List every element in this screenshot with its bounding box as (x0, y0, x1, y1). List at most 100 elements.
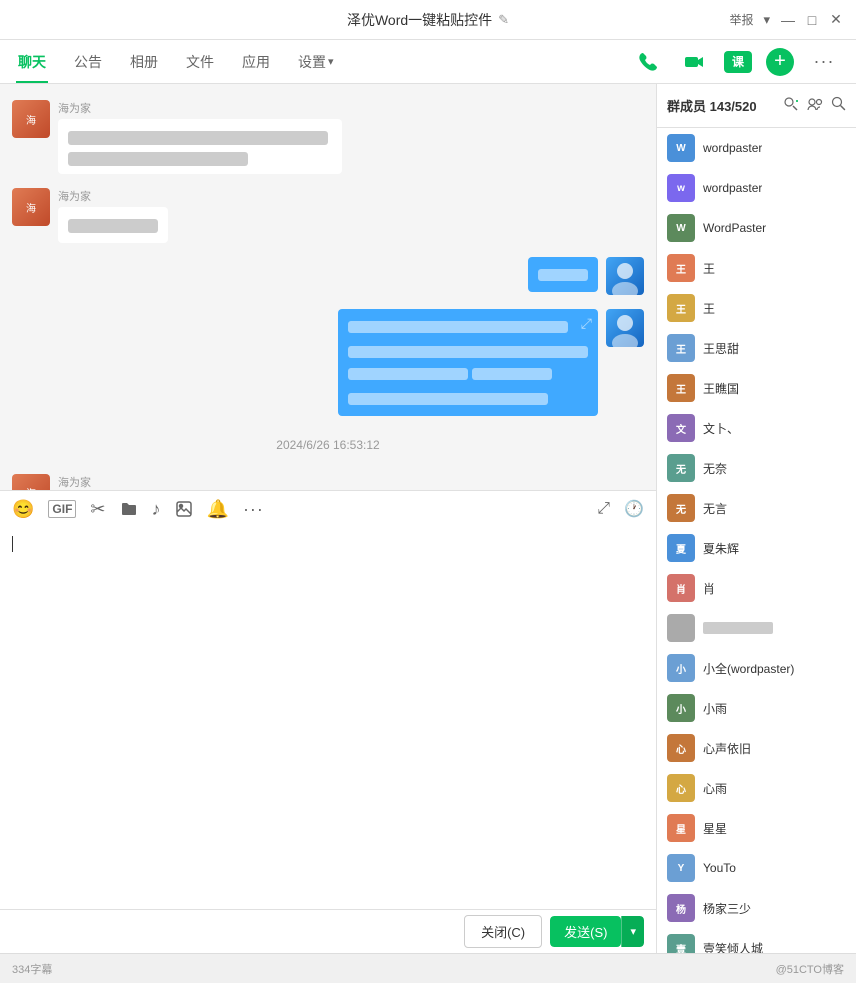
close-chat-button[interactable]: 关闭(C) (464, 915, 542, 948)
member-name: 星星 (703, 820, 727, 837)
tab-apps[interactable]: 应用 (240, 40, 272, 83)
message-row: 海 海为家 (12, 188, 644, 243)
music-button[interactable]: ♪ (152, 499, 161, 520)
nav-tabs: 聊天 公告 相册 文件 应用 设置 ▾ (16, 40, 336, 83)
search-member-button[interactable] (831, 96, 846, 116)
list-item[interactable]: 肖 肖 (657, 568, 856, 608)
sidebar-header: 群成员 143/520 (657, 84, 856, 128)
member-avatar: 心 (667, 734, 695, 762)
message-bubble (58, 119, 342, 174)
member-name: wordpaster (703, 181, 762, 195)
timestamp: 2024/6/26 16:53:12 (12, 438, 644, 452)
right-sidebar: 群成员 143/520 W wordpaster w (656, 84, 856, 953)
sender-name: 海为家 (58, 474, 342, 490)
more-tools-button[interactable]: ··· (243, 499, 264, 520)
message-bubble: ⤢ (338, 309, 598, 416)
list-item[interactable]: Y YouTo (657, 848, 856, 888)
minimize-button[interactable]: — (780, 12, 796, 28)
list-item[interactable]: 壹 壹笑倾人城 (657, 928, 856, 953)
send-button[interactable]: 发送(S) (550, 916, 621, 947)
list-item[interactable]: 王 王 (657, 288, 856, 328)
nav-bar: 聊天 公告 相册 文件 应用 设置 ▾ 课 + ··· (0, 40, 856, 84)
tab-settings[interactable]: 设置 ▾ (296, 40, 336, 83)
list-item[interactable]: 小 小雨 (657, 688, 856, 728)
avatar (606, 257, 644, 295)
tab-notice[interactable]: 公告 (72, 40, 104, 83)
member-avatar: w (667, 174, 695, 202)
sender-name: 海为家 (58, 100, 342, 116)
list-item[interactable]: 星 星星 (657, 808, 856, 848)
video-call-button[interactable] (678, 46, 710, 78)
member-name: 王 (703, 260, 715, 277)
member-avatar: W (667, 214, 695, 242)
voice-call-button[interactable] (632, 46, 664, 78)
list-item[interactable]: 王 王瞧国 (657, 368, 856, 408)
add-button[interactable]: + (766, 48, 794, 76)
list-item[interactable]: 无 无言 (657, 488, 856, 528)
list-item[interactable]: 无 无奈 (657, 448, 856, 488)
bell-button[interactable]: 🔔 (207, 499, 229, 520)
status-left: 334字幕 (12, 961, 52, 977)
member-count: 群成员 143/520 (667, 96, 757, 115)
list-item[interactable]: 王 王思甜 (657, 328, 856, 368)
group-settings-button[interactable] (807, 96, 823, 116)
title-bar-actions: 举报 ▾ — □ ✕ (729, 11, 844, 28)
member-name: 王瞧国 (703, 380, 739, 397)
edit-icon[interactable]: ✎ (498, 12, 509, 28)
tab-album[interactable]: 相册 (128, 40, 160, 83)
list-item[interactable]: W WordPaster (657, 208, 856, 248)
member-avatar: 杨 (667, 894, 695, 922)
member-name: 小全(wordpaster) (703, 660, 794, 677)
member-avatar: 无 (667, 494, 695, 522)
send-dropdown-button[interactable]: ▾ (621, 916, 644, 947)
dropdown-arrow[interactable]: ▾ (763, 12, 770, 28)
list-item[interactable]: 心 心声依旧 (657, 728, 856, 768)
member-avatar: 王 (667, 374, 695, 402)
emoji-button[interactable]: 😊 (12, 499, 34, 520)
list-item[interactable] (657, 608, 856, 648)
add-member-button[interactable] (783, 96, 799, 116)
send-button-group: 发送(S) ▾ (550, 916, 644, 947)
scissors-button[interactable]: ✂ (90, 499, 105, 520)
member-avatar: 壹 (667, 934, 695, 953)
message-bubble (528, 257, 598, 293)
list-item[interactable]: 夏 夏朱辉 (657, 528, 856, 568)
input-area[interactable] (0, 528, 656, 910)
more-button[interactable]: ··· (808, 46, 840, 78)
member-name: 肖 (703, 580, 715, 597)
close-button[interactable]: ✕ (828, 12, 844, 28)
image-button[interactable] (175, 500, 193, 518)
member-name: 杨家三少 (703, 900, 751, 917)
list-item[interactable]: W wordpaster (657, 128, 856, 168)
nav-right-actions: 课 + ··· (632, 46, 840, 78)
list-item[interactable]: 杨 杨家三少 (657, 888, 856, 928)
maximize-button[interactable]: □ (804, 12, 820, 28)
messages-list: 海 海为家 海 海为家 (0, 84, 656, 490)
timer-button[interactable]: 🕐 (624, 499, 644, 519)
message-content (528, 257, 598, 293)
list-item[interactable]: 文 文卜、 (657, 408, 856, 448)
expand-button[interactable]: ⤢ (597, 500, 610, 518)
member-name: YouTo (703, 861, 736, 875)
list-item[interactable]: 小 小全(wordpaster) (657, 648, 856, 688)
list-item[interactable]: 心 心雨 (657, 768, 856, 808)
sender-name: 海为家 (58, 188, 168, 204)
gif-button[interactable]: GIF (48, 500, 76, 518)
member-avatar: 星 (667, 814, 695, 842)
course-button[interactable]: 课 (724, 51, 752, 73)
member-name: 心雨 (703, 780, 727, 797)
avatar: 海 (12, 188, 50, 226)
report-button[interactable]: 举报 (729, 11, 753, 28)
member-avatar: 王 (667, 254, 695, 282)
message-content: 海为家 (58, 100, 342, 174)
sidebar-header-icons (783, 96, 846, 116)
text-cursor (12, 536, 13, 552)
member-avatar (667, 614, 695, 642)
list-item[interactable]: 王 王 (657, 248, 856, 288)
folder-button[interactable] (120, 500, 138, 518)
tab-files[interactable]: 文件 (184, 40, 216, 83)
message-row: 海 海为家 (12, 100, 644, 174)
tab-chat[interactable]: 聊天 (16, 40, 48, 83)
list-item[interactable]: w wordpaster (657, 168, 856, 208)
message-row: 海 海为家 (12, 474, 644, 490)
